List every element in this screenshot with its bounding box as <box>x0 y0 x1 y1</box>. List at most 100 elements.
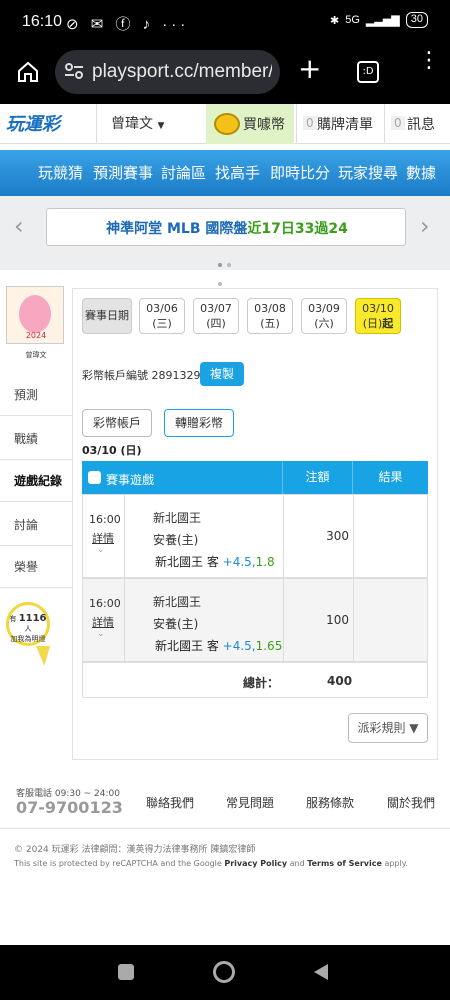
chevron-left-icon[interactable]: ‹ <box>14 212 24 240</box>
total-row: 總計： 400 <box>82 662 428 698</box>
date-chip[interactable]: 03/07 (四) <box>193 298 239 334</box>
back-icon[interactable] <box>312 962 330 982</box>
home-nav-icon[interactable] <box>213 961 235 983</box>
row-odds: 1.8 <box>255 555 275 569</box>
chevron-down-icon[interactable]: ⌄ <box>97 545 105 555</box>
caret-down-icon: ▼ <box>157 121 165 131</box>
footer-link[interactable]: 聯絡我們 <box>146 794 194 811</box>
chevron-right-icon[interactable]: › <box>420 212 430 240</box>
menu-icon[interactable]: ⋮ <box>418 50 440 72</box>
nav-item[interactable]: 玩競猜 <box>38 162 83 183</box>
nav-item[interactable]: 即時比分 <box>270 162 330 183</box>
footer-link[interactable]: 常見問題 <box>226 794 274 811</box>
bubble-prefix: 有 <box>9 615 17 623</box>
home-icon[interactable] <box>16 60 40 84</box>
nav-item[interactable]: 找高手 <box>215 162 260 183</box>
table-header: 賽事遊戲 注額 結果 <box>82 461 428 494</box>
date-chip-date: 03/08 <box>254 302 286 315</box>
new-tab-icon[interactable]: + <box>298 52 321 85</box>
privacy-link[interactable]: Privacy Policy <box>224 859 287 868</box>
captcha-notice: This site is protected by reCAPTCHA and … <box>14 859 408 868</box>
captcha-text: This site is protected by reCAPTCHA and … <box>14 859 225 868</box>
avatar[interactable]: 2024 <box>6 286 64 344</box>
date-chip[interactable]: 03/09 (六) <box>301 298 347 334</box>
url-text: playsport.cc/member/ <box>92 61 272 82</box>
dragon-avatar-icon <box>19 295 51 333</box>
tab-transfer[interactable]: 轉贈彩幣 <box>164 409 234 437</box>
footer-link[interactable]: 服務條款 <box>306 794 354 811</box>
row-detail-link[interactable]: 詳情 <box>92 614 114 630</box>
tab-switcher-icon[interactable]: :D <box>357 61 379 83</box>
date-chip-tag: 起 <box>382 317 394 330</box>
tab-account[interactable]: 彩幣帳戶 <box>82 409 152 437</box>
copyright: © 2024 玩運彩 法律顧問：漢英得力法律事務所 陳鎮宏律師 <box>14 845 256 855</box>
battery-icon: 30 <box>405 12 428 28</box>
site-header: 玩運彩 曾瑋文 ▼ 買噱幣 0 購牌清單 0 訊息 <box>0 104 450 144</box>
recents-icon[interactable] <box>118 964 134 980</box>
row-amount: 100 <box>283 579 353 661</box>
nav-item[interactable]: 數據 <box>406 162 436 183</box>
row-amount: 300 <box>283 495 353 577</box>
row-detail-link[interactable]: 詳情 <box>92 530 114 546</box>
bubble-sub: 加我為明燈 <box>10 635 46 643</box>
payout-rules-button[interactable]: 派彩規則 ▼ <box>348 713 428 743</box>
date-chip[interactable]: 03/08 (五) <box>247 298 293 334</box>
terms-link[interactable]: Terms of Service <box>307 859 382 868</box>
copy-button[interactable]: 複製 <box>200 362 244 386</box>
message-button[interactable]: 0 訊息 <box>384 104 450 144</box>
signal-icon: ▂▃▅▇ <box>365 14 400 27</box>
total-value: 400 <box>327 674 353 688</box>
table-row: 16:00 詳情 ⌄ 新北國王 安養(主) 新北國王 客 +4.5,1.65 1… <box>82 578 428 662</box>
status-bar: 16:10 ⊘ ✉ ⓕ ♪ ··· ✱ 5G ▂▃▅▇ 30 <box>0 0 450 44</box>
sidebar-item-predict[interactable]: 預測 <box>0 374 72 416</box>
banner-text-suffix: 近17日33過24 <box>247 221 348 237</box>
sidebar-item-discuss[interactable]: 討論 <box>0 504 72 546</box>
row-home: 安養(主) <box>153 533 199 547</box>
site-logo[interactable]: 玩運彩 <box>6 110 72 138</box>
date-chip-day: (日) <box>362 317 383 330</box>
nav-item[interactable]: 討論區 <box>161 162 206 183</box>
banner-card[interactable]: 神準阿堂 MLB 國際盤近17日33過24 <box>46 208 406 246</box>
msg-count: 0 <box>391 116 405 130</box>
sidebar-item-record[interactable]: 戰績 <box>0 418 72 460</box>
date-chip-day: (六) <box>314 317 334 330</box>
sidebar-item-honor[interactable]: 榮譽 <box>0 546 72 588</box>
cart-count: 0 <box>303 116 317 130</box>
nav-item[interactable]: 預測賽事 <box>93 162 153 183</box>
network-label: 5G <box>345 14 360 26</box>
col-header-result: 結果 <box>352 461 428 494</box>
hotline-number[interactable]: 07-9700123 <box>16 798 123 817</box>
bubble-suffix: 人 <box>24 625 32 633</box>
date-chip-day: (五) <box>260 317 280 330</box>
date-chip-date: 03/09 <box>308 302 340 315</box>
notification-icons: ⊘ ✉ ⓕ ♪ ··· <box>66 16 190 33</box>
coin-icon <box>214 113 240 135</box>
table-row: 16:00 詳情 ⌄ 新北國王 安養(主) 新北國王 客 +4.5,1.8 30… <box>82 494 428 578</box>
main-nav: 玩競猜 預測賽事 討論區 找高手 即時比分 玩家搜尋 數據 <box>0 150 450 196</box>
coin-button[interactable]: 買噱幣 <box>206 104 294 144</box>
captcha-and: and <box>287 859 308 868</box>
date-chip-date: 03/06 <box>146 302 178 315</box>
col-header-game: 賽事遊戲 <box>106 473 155 487</box>
promo-banner: ‹ 神準阿堂 MLB 國際盤近17日33過24 › <box>0 196 450 286</box>
site-settings-icon[interactable] <box>64 61 84 81</box>
date-label: 賽事日期 <box>82 298 132 334</box>
avatar-text: 2024 <box>25 331 47 340</box>
date-chip-active[interactable]: 03/10 (日)起 <box>355 298 401 334</box>
total-label: 總計： <box>243 676 280 690</box>
date-chip-day: (四) <box>206 317 226 330</box>
date-chip[interactable]: 03/06 (三) <box>139 298 185 334</box>
member-sidebar: 2024 曾瑋文 預測 戰績 遊戲紀錄 討論 榮譽 <box>0 280 72 758</box>
user-menu[interactable]: 曾瑋文 ▼ <box>96 104 204 144</box>
lamp-bubble[interactable]: 有 1116 人 加我為明燈 <box>6 602 50 646</box>
status-right: ✱ 5G ▂▃▅▇ 30 <box>330 12 428 28</box>
chevron-down-icon[interactable]: ⌄ <box>97 629 105 639</box>
sidebar-item-game-log[interactable]: 遊戲紀錄 <box>0 460 72 502</box>
nav-item[interactable]: 玩家搜尋 <box>338 162 398 183</box>
database-icon <box>88 471 101 484</box>
carousel-dots <box>218 252 234 286</box>
row-odds: 1.65 <box>255 639 283 653</box>
footer-link[interactable]: 關於我們 <box>387 794 435 811</box>
cart-button[interactable]: 0 購牌清單 <box>296 104 382 144</box>
row-away: 新北國王 <box>153 511 202 525</box>
